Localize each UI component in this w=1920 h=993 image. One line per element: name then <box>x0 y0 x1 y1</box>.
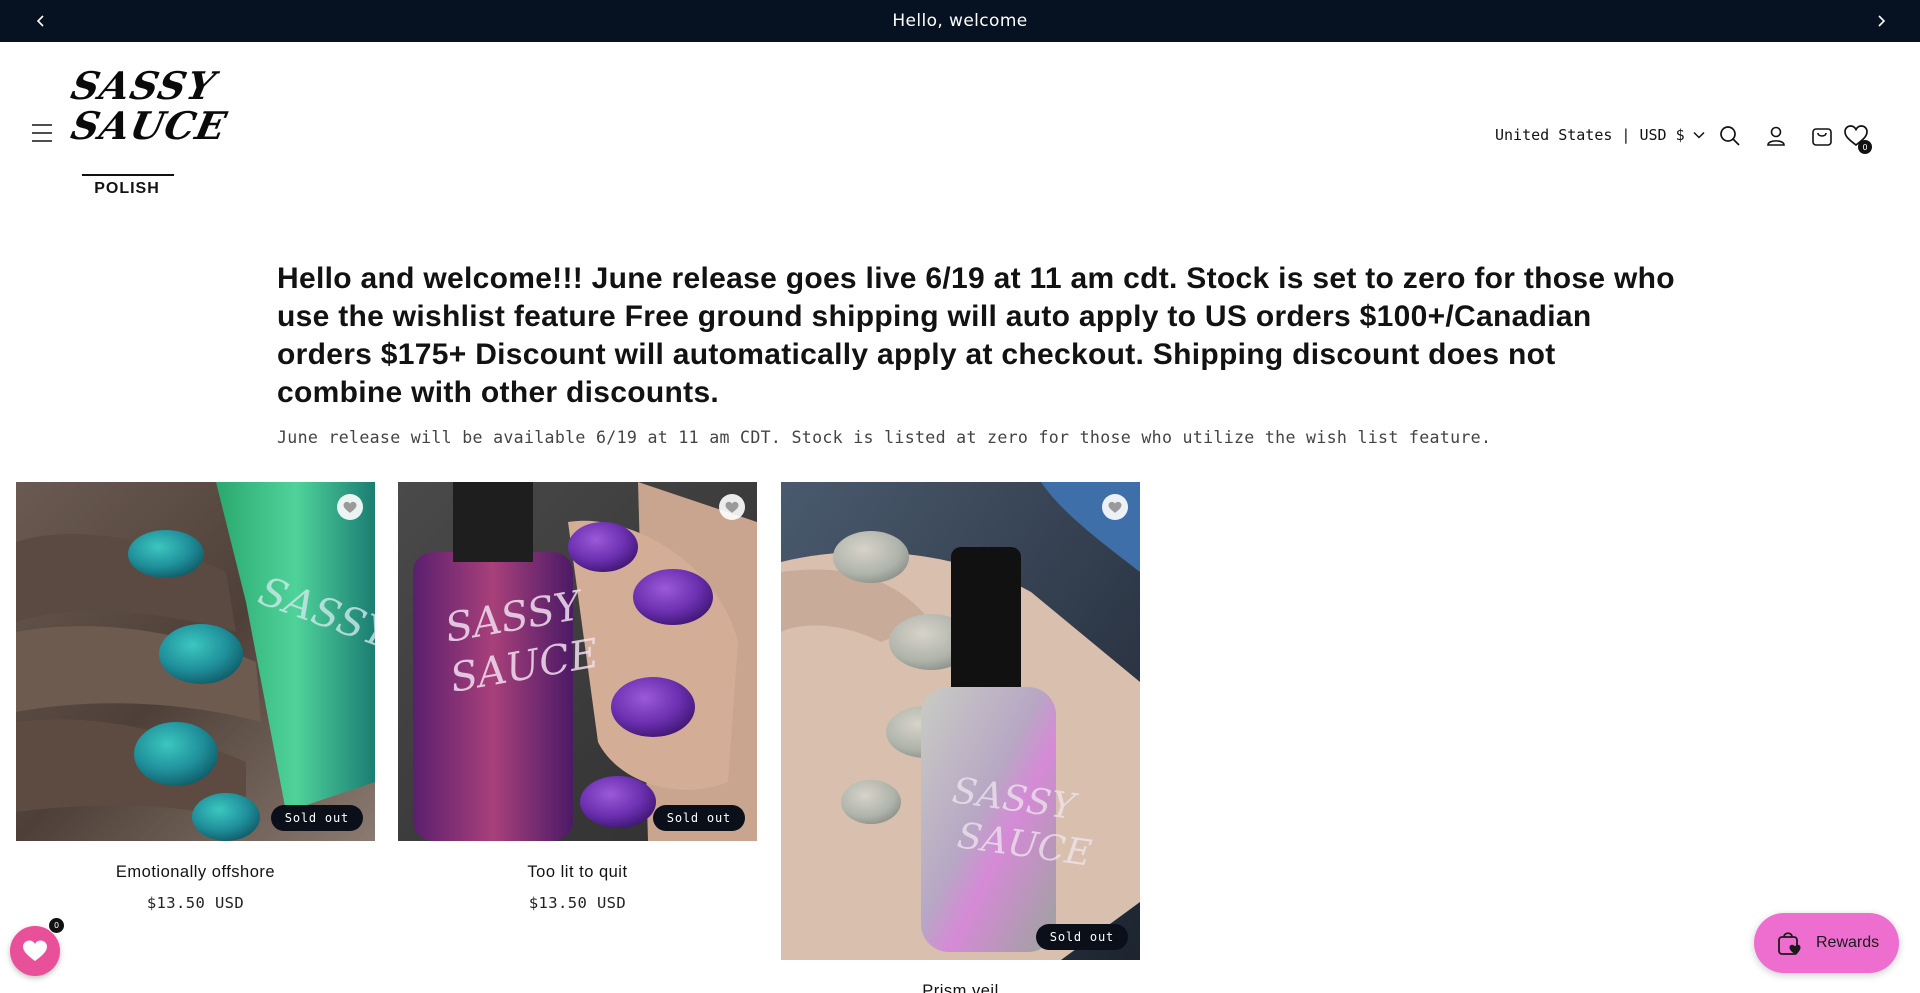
product-title[interactable]: Prism veil <box>781 982 1140 993</box>
account-button[interactable] <box>1762 122 1790 150</box>
country-currency-label: United States | USD $ <box>1495 126 1685 144</box>
logo-word-2: SAUCE <box>67 103 232 148</box>
announcement-bar: Hello, welcome <box>0 0 1920 42</box>
page-subtitle: June release will be available 6/19 at 1… <box>277 428 1492 447</box>
product-card[interactable]: SASSY SAUCE Sold out Too lit to quit $13… <box>398 482 757 912</box>
page-title: Hello and welcome!!! June release goes l… <box>277 262 1675 409</box>
heart-icon <box>343 501 357 513</box>
product-price: $13.50 USD <box>146 894 245 912</box>
product-title[interactable]: Too lit to quit <box>398 863 757 882</box>
heart-icon <box>23 940 47 961</box>
product-title[interactable]: Emotionally offshore <box>16 863 375 882</box>
product-image-link[interactable]: SASSY SAUCE Sold out <box>781 482 1140 960</box>
product-image: SASSY <box>16 482 375 841</box>
wishlist-count-badge: 0 <box>1858 140 1872 154</box>
announcement-text: Hello, welcome <box>892 11 1028 31</box>
user-icon <box>1767 126 1785 146</box>
product-image: SASSY SAUCE <box>398 482 757 841</box>
product-image-link[interactable]: SASSY Sold out <box>16 482 375 841</box>
logo-divider <box>82 174 174 176</box>
heart-icon <box>1108 501 1122 513</box>
add-to-wishlist-button[interactable] <box>1102 494 1128 520</box>
logo-word-1: SASSY <box>67 63 220 108</box>
product-card[interactable]: SASSY SAUCE Sold out Prism veil <box>781 482 1140 993</box>
add-to-wishlist-button[interactable] <box>719 494 745 520</box>
floating-wishlist-button[interactable] <box>10 926 60 976</box>
announcement-next-button[interactable] <box>1870 10 1892 32</box>
search-icon <box>1720 126 1740 146</box>
rewards-button[interactable]: Rewards <box>1754 913 1899 973</box>
chevron-right-icon <box>1878 15 1886 27</box>
hamburger-icon <box>32 124 52 142</box>
sold-out-badge: Sold out <box>652 805 745 831</box>
search-button[interactable] <box>1716 122 1744 150</box>
product-image: SASSY SAUCE <box>781 482 1140 960</box>
menu-button[interactable] <box>30 122 58 148</box>
country-currency-selector[interactable]: United States | USD $ <box>1495 124 1705 146</box>
rewards-label: Rewards <box>1816 934 1880 951</box>
sold-out-badge: Sold out <box>270 805 363 831</box>
floating-wishlist-count: 0 <box>48 917 65 934</box>
logo-word-3: POLISH <box>94 180 160 197</box>
chevron-down-icon <box>1693 129 1705 141</box>
heart-icon <box>725 501 739 513</box>
product-card[interactable]: SASSY Sold out Emotionally offshore $13.… <box>16 482 375 912</box>
product-price: $13.50 USD <box>528 894 627 912</box>
cart-icon <box>1812 128 1832 146</box>
store-logo[interactable]: SASSY SAUCE POLISH <box>67 63 231 208</box>
sold-out-badge: Sold out <box>1035 924 1128 950</box>
cart-button[interactable] <box>1808 122 1836 150</box>
product-image-link[interactable]: SASSY SAUCE Sold out <box>398 482 757 841</box>
add-to-wishlist-button[interactable] <box>337 494 363 520</box>
shopping-bag-heart-icon <box>1778 932 1801 955</box>
